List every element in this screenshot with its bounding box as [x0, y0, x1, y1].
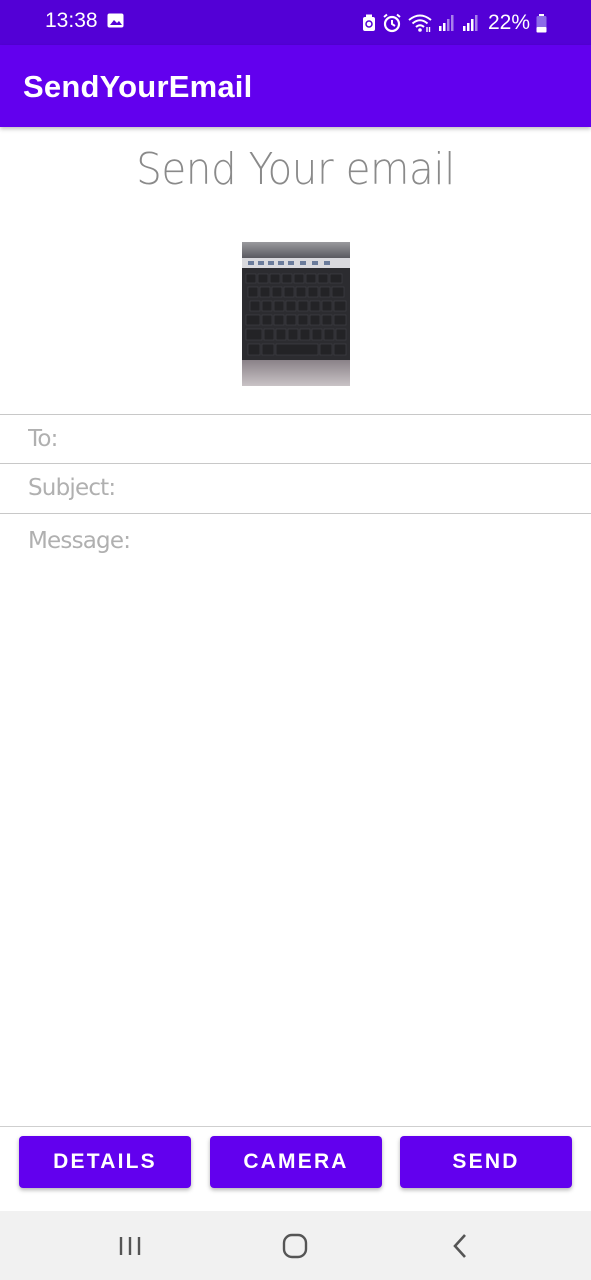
back-icon	[453, 1233, 466, 1258]
camera-button[interactable]: CAMERA	[210, 1136, 382, 1188]
back-button[interactable]	[420, 1211, 500, 1280]
system-nav-bar	[0, 1211, 591, 1280]
wifi-icon	[408, 14, 432, 32]
keyboard-photo	[242, 242, 350, 386]
app-title: SendYourEmail	[23, 69, 253, 104]
send-button[interactable]: SEND	[400, 1136, 572, 1188]
battery-percent: 22%	[487, 11, 530, 34]
status-icons: 22%	[362, 9, 547, 37]
status-bar: 13:38 22%	[0, 0, 591, 45]
photo-preview	[242, 242, 350, 386]
subject-input[interactable]	[28, 475, 568, 501]
recent-apps-button[interactable]	[90, 1211, 170, 1280]
recent-apps-icon	[119, 1236, 141, 1255]
image-icon	[107, 13, 124, 28]
bottom-divider	[0, 1126, 591, 1127]
subject-field-row	[0, 463, 591, 511]
message-input[interactable]	[28, 528, 568, 1108]
home-button[interactable]	[255, 1211, 335, 1280]
home-icon	[282, 1233, 308, 1258]
message-field-row	[0, 513, 591, 1125]
battery-saver-icon	[362, 14, 375, 31]
status-time: 13:38	[45, 9, 98, 32]
page-heading: Send Your email	[136, 144, 455, 195]
app-bar: SendYourEmail	[0, 45, 591, 127]
signal-icon	[462, 15, 478, 31]
signal-icon	[438, 15, 454, 31]
to-field-row	[0, 414, 591, 462]
details-button[interactable]: DETAILS	[19, 1136, 191, 1188]
battery-icon	[536, 13, 547, 32]
to-input[interactable]	[28, 426, 568, 452]
alarm-icon	[383, 13, 401, 33]
